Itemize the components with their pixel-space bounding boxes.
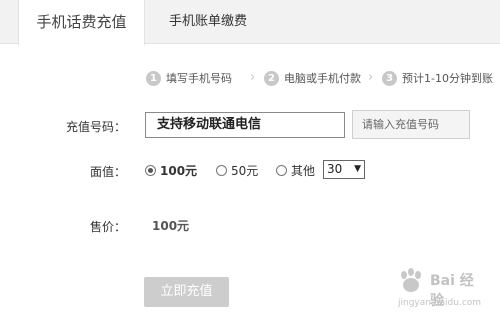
amount-label: 面值： — [89, 165, 126, 179]
tab-phone-recharge[interactable]: 手机话费充值 — [18, 0, 145, 45]
chevron-right-icon: › — [250, 70, 256, 85]
select-value: 30 — [327, 162, 343, 176]
step-number: 1 — [146, 70, 161, 86]
step-number: 2 — [264, 70, 279, 86]
amount-option-100[interactable]: 100元 — [145, 161, 197, 179]
tab-bill-payment[interactable]: 手机账单缴费 — [168, 0, 248, 45]
baidu-jingyan-watermark: Bai 经验 jingyan.baidu.com — [396, 262, 486, 312]
phone-input[interactable]: 支持移动联通电信 — [145, 112, 345, 138]
step-1: 1 填写手机号码 — [146, 69, 232, 87]
price-value: 100元 — [152, 219, 190, 233]
paw-icon — [401, 268, 421, 292]
step-label: 电脑或手机付款 — [284, 72, 361, 85]
price-label: 售价： — [89, 220, 126, 234]
step-2: 2 电脑或手机付款 — [264, 69, 361, 87]
chevron-down-icon: ▼ — [354, 164, 361, 174]
radio-checked-icon — [145, 164, 156, 176]
step-number: 3 — [382, 70, 397, 86]
step-label: 填写手机号码 — [166, 72, 232, 85]
phone-number-field[interactable]: 请输入充值号码 — [352, 110, 470, 139]
amount-option-label: 其他 — [291, 163, 316, 178]
step-3: 3 预计1-10分钟到账 — [382, 69, 493, 87]
amount-option-label: 50元 — [231, 163, 259, 178]
amount-option-label: 100元 — [160, 163, 198, 178]
watermark-url: jingyan.baidu.com — [398, 298, 482, 308]
other-amount-select[interactable]: 30 ▼ — [323, 160, 365, 179]
radio-unchecked-icon — [216, 164, 227, 176]
phone-label: 充值号码： — [65, 120, 126, 134]
radio-unchecked-icon — [276, 164, 287, 176]
step-label: 预计1-10分钟到账 — [402, 72, 493, 85]
amount-option-50[interactable]: 50元 — [216, 161, 258, 179]
amount-option-other[interactable]: 其他 — [276, 161, 315, 179]
recharge-button[interactable]: 立即充值 — [144, 277, 229, 307]
tab-bar: 手机话费充值 手机账单缴费 — [0, 0, 500, 45]
chevron-right-icon: › — [368, 70, 374, 85]
